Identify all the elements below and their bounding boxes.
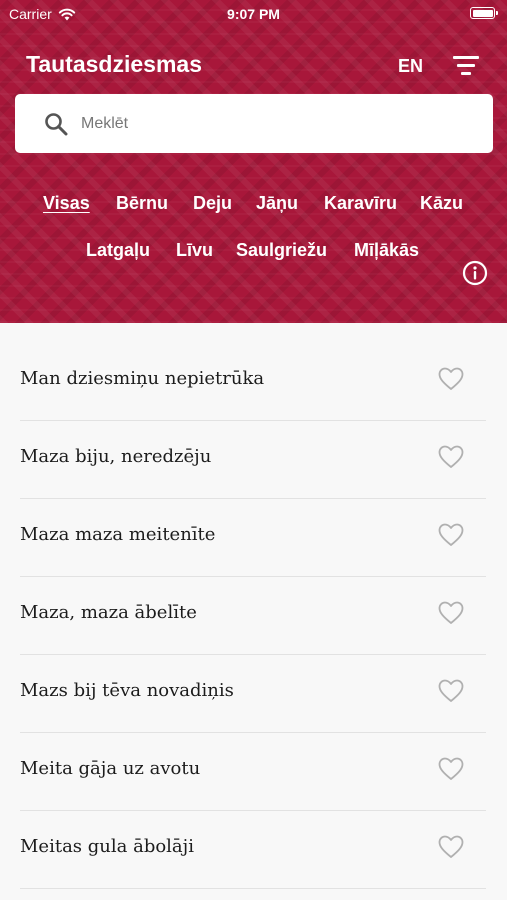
song-title: Maza, maza ābelīte: [20, 602, 197, 623]
song-title: Meita gāja uz avotu: [20, 758, 201, 779]
heart-icon[interactable]: [438, 523, 464, 547]
info-icon[interactable]: [462, 260, 488, 286]
clock: 9:07 PM: [227, 6, 280, 22]
status-bar: Carrier 9:07 PM: [0, 0, 507, 28]
category-saulgriezu[interactable]: Saulgriežu: [236, 240, 327, 261]
list-item[interactable]: Meitas gula ābolāji: [20, 811, 486, 889]
category-bernu[interactable]: Bērnu: [116, 193, 168, 214]
search-icon: [45, 113, 68, 136]
app-title: Tautasdziesmas: [26, 51, 202, 77]
song-title: Man dziesmiņu nepietrūka: [20, 368, 265, 389]
list-item[interactable]: Mazs bij tēva novadiņis: [20, 655, 486, 733]
song-title: Maza biju, neredzēju: [20, 446, 212, 467]
category-livu[interactable]: Līvu: [176, 240, 213, 261]
category-visas[interactable]: Visas: [43, 193, 90, 214]
category-kazu[interactable]: Kāzu: [420, 193, 463, 214]
heart-icon[interactable]: [438, 601, 464, 625]
heart-icon[interactable]: [438, 367, 464, 391]
header: Carrier 9:07 PM Tautasdziesmas EN Visas …: [0, 0, 507, 323]
battery-icon: [470, 7, 498, 19]
category-milakas[interactable]: Mīļākās: [354, 240, 419, 261]
list-item[interactable]: Man dziesmiņu nepietrūka: [20, 343, 486, 421]
filter-icon[interactable]: [453, 54, 479, 76]
heart-icon[interactable]: [438, 835, 464, 859]
search-bar[interactable]: [15, 94, 493, 153]
list-item[interactable]: Maza maza meitenīte: [20, 499, 486, 577]
category-janu[interactable]: Jāņu: [256, 193, 298, 214]
category-latgalu[interactable]: Latgaļu: [86, 240, 150, 261]
category-deju[interactable]: Deju: [193, 193, 232, 214]
list-item[interactable]: Maza, maza ābelīte: [20, 577, 486, 655]
list-item[interactable]: Meita gāja uz avotu: [20, 733, 486, 811]
list-item[interactable]: Maza biju, neredzēju: [20, 421, 486, 499]
song-title: Mazs bij tēva novadiņis: [20, 680, 234, 701]
category-karaviru[interactable]: Karavīru: [324, 193, 397, 214]
heart-icon[interactable]: [438, 445, 464, 469]
song-title: Maza maza meitenīte: [20, 524, 216, 545]
language-button[interactable]: EN: [398, 56, 423, 77]
heart-icon[interactable]: [438, 757, 464, 781]
song-title: Meitas gula ābolāji: [20, 836, 195, 857]
search-input[interactable]: [81, 104, 471, 144]
heart-icon[interactable]: [438, 679, 464, 703]
